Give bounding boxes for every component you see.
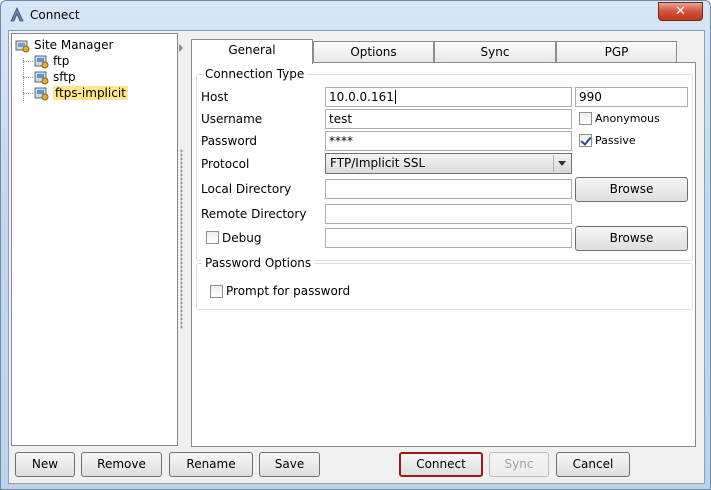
tree-item-ftps-implicit[interactable]: ftps-implicit — [33, 85, 128, 101]
chevron-down-icon[interactable] — [553, 155, 570, 172]
remote-directory-label: Remote Directory — [201, 207, 307, 221]
local-directory-label: Local Directory — [201, 182, 292, 196]
connect-window: Connect ✕ Site Manager ftp sftp ftps-imp… — [0, 0, 711, 490]
passive-checkbox[interactable] — [579, 134, 592, 147]
new-button[interactable]: New — [15, 452, 75, 477]
tree-item-label: ftps-implicit — [53, 86, 128, 100]
tab-general[interactable]: General — [191, 39, 313, 64]
sync-button: Sync — [489, 452, 549, 477]
app-icon — [10, 7, 24, 22]
debug-browse-button[interactable]: Browse — [575, 226, 688, 251]
text-cursor — [394, 90, 396, 104]
host-input[interactable]: 10.0.0.161 — [325, 87, 572, 107]
tree-item-sftp[interactable]: sftp — [33, 69, 76, 85]
collapse-arrow-icon[interactable] — [179, 44, 183, 52]
debug-input[interactable] — [325, 228, 572, 248]
debug-label: Debug — [222, 231, 262, 245]
password-label: Password — [201, 134, 258, 148]
prompt-for-password-checkbox[interactable] — [210, 285, 223, 298]
protocol-value: FTP/Implicit SSL — [330, 156, 426, 170]
close-button[interactable]: ✕ — [658, 2, 703, 21]
tree-item-label: ftp — [53, 54, 70, 68]
anonymous-checkbox[interactable] — [579, 112, 592, 125]
connect-button[interactable]: Connect — [399, 452, 483, 477]
password-options-group: Password Options Prompt for password — [196, 256, 693, 310]
tab-options[interactable]: Options — [313, 41, 434, 63]
protocol-label: Protocol — [201, 157, 250, 171]
tree-root[interactable]: Site Manager — [14, 37, 113, 53]
site-icon — [34, 55, 49, 69]
tab-pgp[interactable]: PGP — [556, 41, 677, 63]
tree-item-label: sftp — [53, 70, 76, 84]
local-directory-input[interactable] — [325, 179, 572, 199]
password-options-legend: Password Options — [202, 256, 315, 270]
site-icon — [34, 71, 49, 85]
tree-connector — [23, 61, 33, 62]
username-input[interactable]: test — [325, 109, 572, 129]
rename-button[interactable]: Rename — [169, 452, 253, 477]
local-browse-button[interactable]: Browse — [575, 177, 688, 202]
remove-button[interactable]: Remove — [81, 452, 162, 477]
host-label: Host — [201, 90, 229, 104]
dialog-body: Site Manager ftp sftp ftps-implicit Gene… — [8, 30, 705, 484]
tree-connector — [23, 77, 33, 78]
remote-directory-input[interactable] — [325, 204, 572, 224]
title-bar[interactable]: Connect ✕ — [1, 1, 710, 29]
protocol-select[interactable]: FTP/Implicit SSL — [325, 153, 572, 174]
connection-type-legend: Connection Type — [202, 67, 308, 81]
tab-sync[interactable]: Sync — [434, 41, 556, 63]
prompt-for-password-label: Prompt for password — [226, 284, 351, 298]
site-tree[interactable]: Site Manager ftp sftp ftps-implicit — [11, 33, 178, 446]
connection-type-group: Connection Type Host 10.0.0.161 990 User… — [196, 67, 693, 261]
tree-item-ftp[interactable]: ftp — [33, 53, 69, 69]
general-tab-panel: Connection Type Host 10.0.0.161 990 User… — [191, 62, 696, 447]
password-input[interactable]: **** — [325, 131, 572, 151]
close-icon: ✕ — [675, 4, 686, 19]
username-label: Username — [201, 112, 263, 126]
host-value: 10.0.0.161 — [329, 90, 394, 104]
panel-splitter[interactable] — [180, 149, 183, 329]
passive-label: Passive — [595, 134, 636, 147]
tree-root-label: Site Manager — [34, 38, 114, 52]
port-input[interactable]: 990 — [575, 87, 688, 107]
debug-checkbox[interactable] — [206, 231, 219, 244]
tree-connector — [23, 58, 24, 101]
anonymous-label: Anonymous — [595, 112, 660, 125]
tree-connector — [23, 93, 33, 94]
site-manager-icon — [15, 40, 30, 53]
cancel-button[interactable]: Cancel — [556, 452, 630, 477]
site-icon — [34, 87, 49, 101]
window-title: Connect — [30, 8, 80, 22]
save-button[interactable]: Save — [259, 452, 320, 477]
